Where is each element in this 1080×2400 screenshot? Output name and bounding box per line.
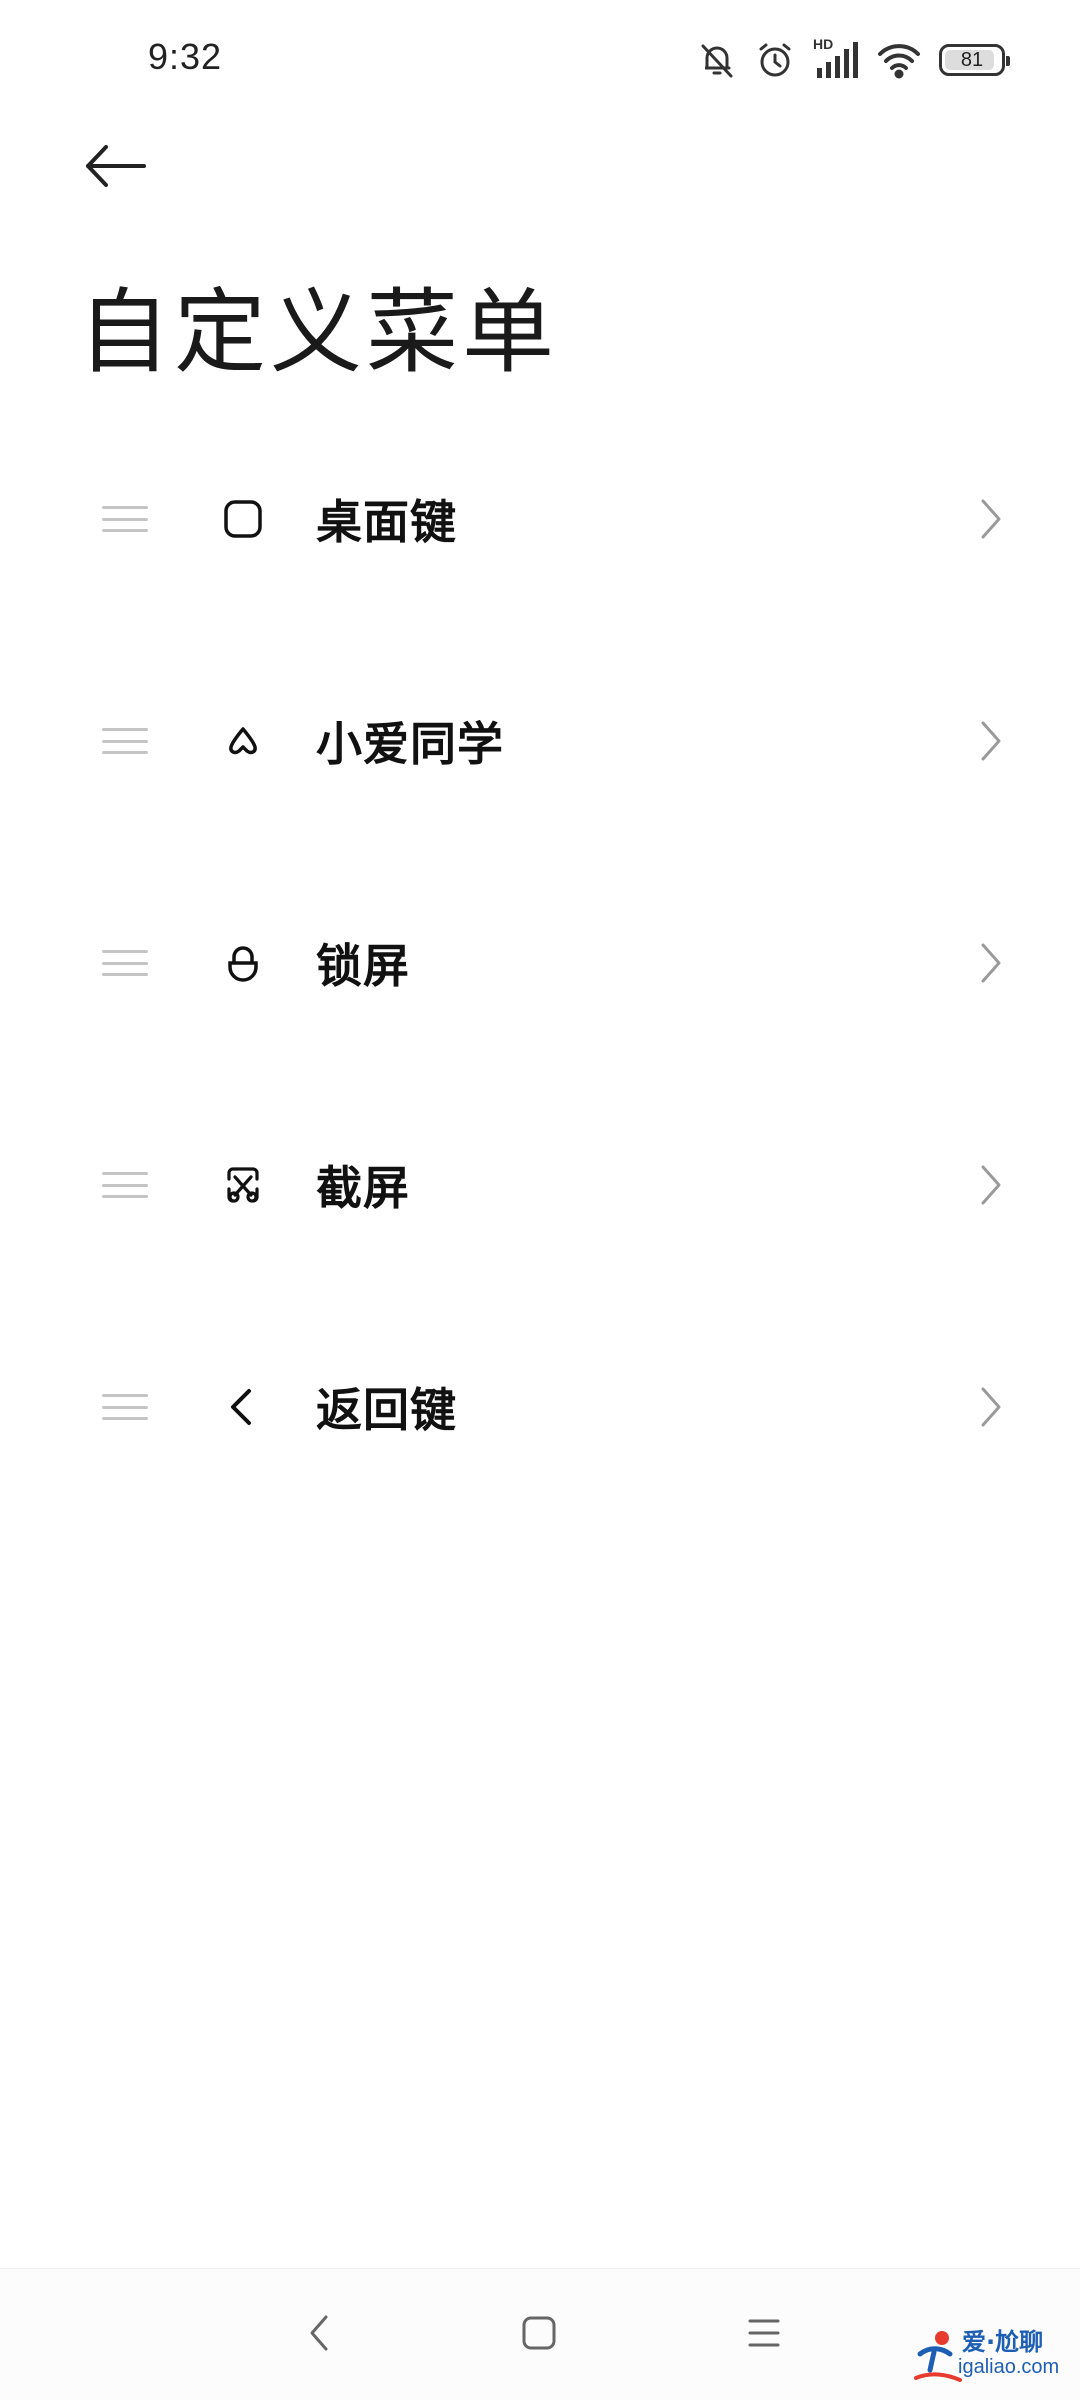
back-chevron-icon: [218, 1382, 268, 1432]
mute-bell-icon: [697, 40, 737, 80]
status-bar: 9:32 HD 81: [0, 0, 1080, 120]
chevron-right-icon: [976, 1383, 1006, 1431]
chevron-right-icon: [976, 1161, 1006, 1209]
nav-home-button[interactable]: [507, 2303, 571, 2367]
menu-item-label: 小爱同学: [316, 717, 504, 771]
nav-recents-icon: [744, 2315, 784, 2355]
chevron-right-icon: [976, 495, 1006, 543]
battery-level: 81: [960, 48, 984, 71]
nav-recents-button[interactable]: [732, 2303, 796, 2367]
back-button[interactable]: [70, 130, 162, 206]
drag-handle-icon[interactable]: [102, 506, 148, 532]
watermark-title: 爱·尬聊: [962, 2328, 1044, 2356]
menu-item-label: 返回键: [316, 1383, 457, 1437]
chevron-right-icon: [976, 717, 1006, 765]
menu-item-label: 锁屏: [316, 939, 410, 993]
battery-icon: 81: [939, 44, 1010, 76]
drag-handle-icon[interactable]: [102, 950, 148, 976]
watermark-logo-icon: [912, 2328, 962, 2384]
menu-item-home-key[interactable]: 桌面键: [0, 408, 1080, 630]
screenshot-scissors-icon: [218, 1160, 268, 1210]
drag-handle-icon[interactable]: [102, 728, 148, 754]
xiaoai-assistant-icon: [218, 716, 268, 766]
menu-item-label: 截屏: [316, 1161, 410, 1215]
watermark: 爱·尬聊 igaliao.com: [912, 2318, 1072, 2392]
menu-item-screenshot[interactable]: 截屏: [0, 1074, 1080, 1296]
status-time: 9:32: [148, 36, 223, 77]
alarm-icon: [755, 40, 795, 80]
chevron-right-icon: [976, 939, 1006, 987]
nav-back-button[interactable]: [287, 2303, 351, 2367]
menu-item-back-key[interactable]: 返回键: [0, 1296, 1080, 1518]
nav-back-icon: [304, 2311, 334, 2359]
page-title: 自定义菜单: [78, 279, 559, 386]
drag-handle-icon[interactable]: [102, 1172, 148, 1198]
menu-item-label: 桌面键: [316, 495, 457, 549]
arrow-left-icon: [84, 143, 148, 193]
menu-item-lock-screen[interactable]: 锁屏: [0, 852, 1080, 1074]
wifi-icon: [877, 40, 921, 80]
menu-list: 桌面键 小爱同学 锁屏 截屏 返回键: [0, 408, 1080, 1518]
lock-icon: [218, 938, 268, 988]
menu-item-xiaoai[interactable]: 小爱同学: [0, 630, 1080, 852]
hd-signal-icon: HD: [813, 36, 859, 80]
watermark-url: igaliao.com: [958, 2356, 1060, 2378]
status-icons: HD 81: [697, 36, 1010, 82]
home-square-icon: [218, 494, 268, 544]
drag-handle-icon[interactable]: [102, 1394, 148, 1420]
nav-home-icon: [519, 2313, 559, 2357]
